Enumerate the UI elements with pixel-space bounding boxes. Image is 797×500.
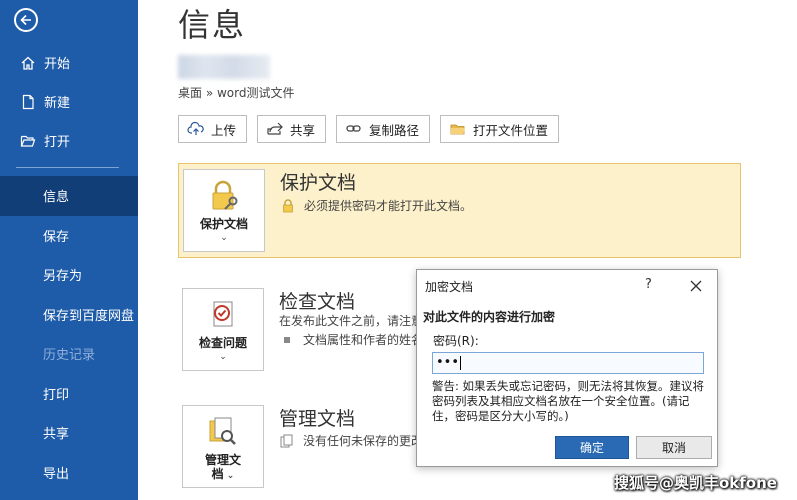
document-stack-icon	[279, 434, 295, 448]
sidebar-main-nav: 信息 保存 另存为 保存到百度网盘 历史记录 打印 共享 导出	[0, 176, 138, 492]
sidebar-top-nav: 开始 新建 打开	[0, 43, 138, 160]
sidebar-item-label: 开始	[44, 57, 71, 72]
backstage-sidebar: 开始 新建 打开 信息 保存 另存为 保存到百度网盘 历史记录 打印 共享 导出	[0, 0, 138, 500]
blurred-filename	[178, 55, 270, 79]
breadcrumb: 桌面 » word测试文件	[178, 86, 295, 100]
lock-icon	[280, 198, 296, 213]
sidebar-item-save-baidu[interactable]: 保存到百度网盘	[0, 295, 138, 335]
help-button[interactable]: ?	[645, 277, 652, 292]
sidebar-item-print[interactable]: 打印	[0, 374, 138, 414]
inspect-bullet: 文档属性和作者的姓名	[279, 331, 423, 348]
folder-open-icon	[20, 133, 36, 149]
close-button[interactable]	[689, 278, 703, 292]
chevron-down-icon: ⌄	[223, 471, 235, 481]
manage-tile-label-line2: 档	[211, 467, 224, 481]
manage-title: 管理文档	[279, 408, 356, 430]
protect-description: 必须提供密码才能打开此文档。	[280, 197, 472, 214]
page-title: 信息	[178, 6, 247, 44]
sidebar-item-label: 打开	[44, 135, 71, 150]
link-icon	[345, 121, 363, 137]
cancel-button[interactable]: 取消	[636, 436, 712, 459]
inspect-title: 检查文档	[279, 291, 356, 313]
sidebar-item-new[interactable]: 新建	[0, 82, 138, 121]
new-document-icon	[20, 94, 36, 110]
dialog-title: 加密文档	[425, 280, 474, 294]
inspect-bullet-text: 文档属性和作者的姓名	[303, 333, 424, 347]
manage-tile-label: 管理文 档 ⌄	[205, 453, 241, 483]
manage-desc-text: 没有任何未保存的更改	[303, 434, 424, 448]
sidebar-item-save[interactable]: 保存	[0, 216, 138, 256]
inspect-description: 在发布此文件之前，请注意	[279, 314, 424, 328]
share-label: 共享	[290, 122, 316, 138]
chevron-down-icon: ⌄	[219, 352, 227, 362]
sidebar-item-save-as[interactable]: 另存为	[0, 255, 138, 295]
password-input[interactable]: •••	[432, 352, 704, 374]
check-issues-button[interactable]: 检查问题 ⌄	[182, 288, 264, 371]
arrow-left-icon	[20, 14, 31, 26]
warning-text: 警告: 如果丢失或忘记密码，则无法将其恢复。建议将密码列表及其相应文档名放在一个…	[432, 379, 705, 423]
share-button[interactable]: 共享	[257, 115, 327, 143]
close-icon	[690, 280, 702, 292]
protect-title: 保护文档	[280, 172, 357, 194]
bullet-icon	[279, 333, 295, 347]
upload-label: 上传	[211, 122, 237, 138]
chevron-down-icon: ⌄	[220, 233, 228, 243]
protect-tile-label: 保护文档	[199, 217, 248, 231]
home-icon	[20, 55, 36, 71]
copy-path-label: 复制路径	[369, 122, 420, 138]
manage-tile-label-line1: 管理文	[204, 453, 241, 467]
password-label: 密码(R):	[433, 334, 479, 348]
open-location-label: 打开文件位置	[473, 122, 549, 138]
password-value: •••	[436, 355, 460, 370]
protect-desc-text: 必须提供密码才能打开此文档。	[304, 199, 473, 213]
protect-document-section: 保护文档 ⌄ 保护文档 必须提供密码才能打开此文档。	[178, 163, 741, 258]
word-backstage-window: { "sidebar": { "back_label": "", "top_it…	[0, 0, 797, 500]
open-location-button[interactable]: 打开文件位置	[440, 115, 560, 143]
sidebar-divider	[16, 167, 119, 168]
manage-document-button[interactable]: 管理文 档 ⌄	[182, 405, 264, 488]
document-search-icon	[205, 414, 241, 450]
folder-icon	[449, 121, 467, 137]
sidebar-item-share[interactable]: 共享	[0, 413, 138, 453]
lock-key-icon	[206, 178, 242, 214]
document-check-icon	[205, 297, 241, 333]
dialog-heading: 对此文件的内容进行加密	[423, 310, 556, 324]
share-icon	[266, 121, 284, 137]
inspect-tile-label: 检查问题	[198, 336, 247, 350]
copy-path-button[interactable]: 复制路径	[336, 115, 431, 143]
ok-button[interactable]: 确定	[555, 436, 629, 459]
sidebar-item-home[interactable]: 开始	[0, 43, 138, 82]
watermark: 搜狐号@奥凯丰okfone	[614, 474, 777, 492]
back-button[interactable]	[14, 8, 38, 32]
file-toolbar: 上传 共享 复制路径 打开文件位置	[178, 115, 560, 143]
manage-description: 没有任何未保存的更改	[279, 432, 423, 449]
encrypt-document-dialog: 加密文档 ? 对此文件的内容进行加密 密码(R): ••• 警告: 如果丢失或忘…	[416, 269, 718, 467]
sidebar-item-history: 历史记录	[43, 348, 96, 364]
text-cursor	[460, 355, 462, 370]
cloud-upload-icon	[187, 121, 205, 137]
protect-document-button[interactable]: 保护文档 ⌄	[183, 169, 265, 252]
sidebar-item-info[interactable]: 信息	[0, 176, 138, 216]
sidebar-item-export[interactable]: 导出	[0, 453, 138, 493]
sidebar-item-open[interactable]: 打开	[0, 121, 138, 160]
upload-button[interactable]: 上传	[178, 115, 248, 143]
sidebar-item-label: 新建	[44, 96, 71, 111]
